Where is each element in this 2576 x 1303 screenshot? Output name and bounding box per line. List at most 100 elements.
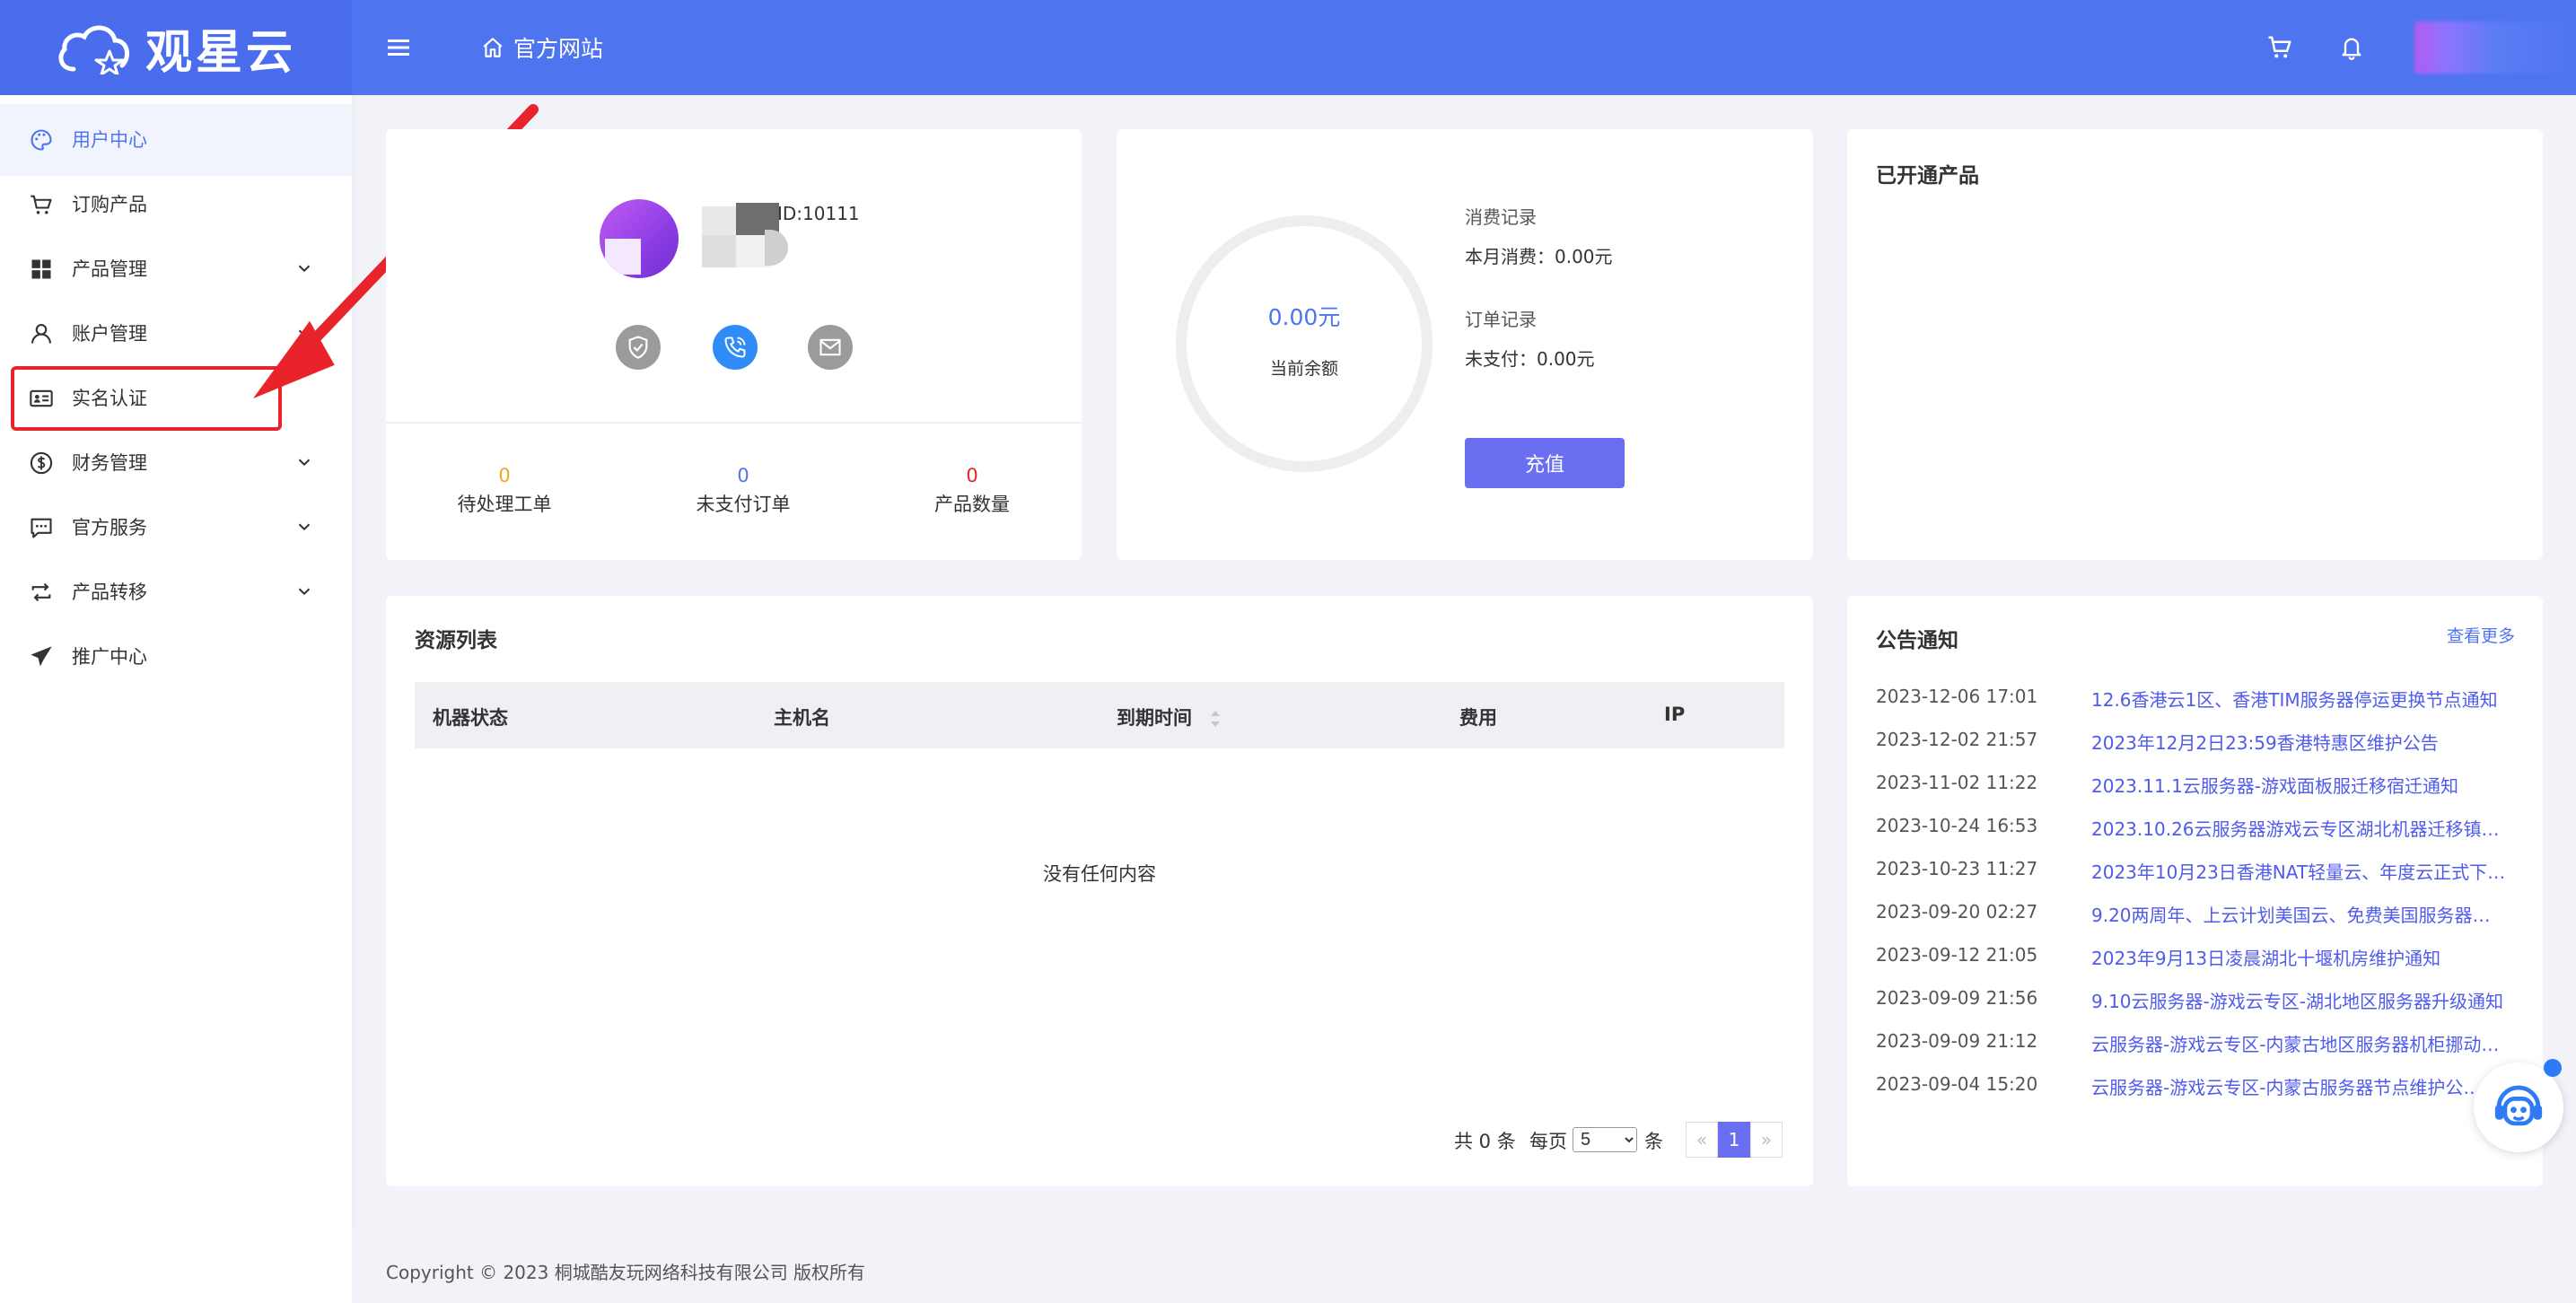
notices-title: 公告通知	[1876, 629, 1958, 652]
consume-record-link[interactable]: 消费记录	[1465, 203, 1537, 229]
per-page-label: 每页	[1529, 1131, 1567, 1152]
notice-link[interactable]: 2023年10月23日香港NAT轻量云、年度云正式下…	[2091, 858, 2513, 884]
notice-link[interactable]: 2023.11.1云服务器-游戏面板服迁移宿迁通知	[2091, 772, 2513, 798]
notice-link[interactable]: 云服务器-游戏云专区-内蒙古服务器节点维护公…	[2091, 1073, 2513, 1099]
notice-date: 2023-11-02 11:22	[1876, 772, 2038, 793]
phone-icon	[724, 337, 746, 358]
home-icon	[483, 38, 503, 57]
highlight-box	[11, 366, 282, 431]
sidebar-item-label: 财务管理	[72, 452, 147, 474]
notice-link[interactable]: 9.10云服务器-游戏云专区-湖北地区服务器升级通知	[2091, 987, 2513, 1013]
chevron-down-icon	[298, 265, 311, 273]
prev-page-button[interactable]: «	[1686, 1122, 1718, 1158]
sidebar-item-product-transfer[interactable]: 产品转移	[0, 556, 352, 628]
notice-date: 2023-10-23 11:27	[1876, 858, 2038, 879]
menu-icon	[388, 39, 409, 56]
sidebar-item-label: 账户管理	[72, 323, 147, 345]
unpaid-orders-stat[interactable]: 0 未支付订单	[653, 465, 833, 517]
column-expire-time[interactable]: 到期时间	[1117, 704, 1222, 730]
notice-date: 2023-09-04 15:20	[1876, 1073, 2038, 1095]
chevron-down-icon	[298, 523, 311, 531]
menu-toggle-button[interactable]	[381, 30, 416, 66]
notice-date: 2023-09-09 21:56	[1876, 987, 2038, 1009]
sort-icon	[1211, 711, 1221, 727]
sidebar-item-order-products[interactable]: 订购产品	[0, 169, 352, 240]
notice-link[interactable]: 云服务器-游戏云专区-内蒙古地区服务器机柜挪动…	[2091, 1030, 2513, 1056]
pending-tickets-count: 0	[498, 465, 511, 486]
notice-link[interactable]: 2023.10.26云服务器游戏云专区湖北机器迁移镇…	[2091, 815, 2513, 841]
product-count-label: 产品数量	[934, 494, 1010, 515]
total-count: 共 0 条	[1454, 1131, 1516, 1152]
pending-tickets-label: 待处理工单	[457, 494, 552, 515]
opened-products-title: 已开通产品	[1876, 164, 1979, 188]
logo[interactable]: 观星云	[0, 0, 352, 95]
monthly-consumption: 本月消费：0.00元	[1465, 246, 1613, 267]
sidebar-item-label: 官方服务	[72, 517, 147, 538]
mail-icon	[819, 338, 841, 356]
unpaid-orders-count: 0	[737, 465, 749, 486]
official-site-label: 官方网站	[513, 36, 604, 62]
sidebar: 用户中心 订购产品 产品管理 账户管理 实名认证 财务管理 官方服务 产品转移 …	[0, 95, 352, 1303]
balance-label: 当前余额	[1269, 359, 1338, 379]
per-page-select[interactable]: 5	[1573, 1127, 1637, 1152]
sidebar-item-label: 推广中心	[72, 646, 147, 668]
empty-table-message: 没有任何内容	[1043, 863, 1156, 885]
column-hostname: 主机名	[774, 707, 830, 729]
notice-link[interactable]: 12.6香港云1区、香港TIM服务器停运更换节点通知	[2091, 686, 2513, 712]
cloud-star-logo-icon	[58, 25, 130, 74]
sidebar-item-label: 用户中心	[72, 129, 147, 151]
notification-button[interactable]	[2325, 21, 2379, 74]
transfer-icon	[31, 582, 51, 602]
resource-table-header: 机器状态 主机名 到期时间 费用 IP	[415, 682, 1784, 748]
cart-icon	[31, 195, 52, 214]
notice-link[interactable]: 9.20两周年、上云计划美国云、免费美国服务器…	[2091, 901, 2513, 927]
user-avatar-menu[interactable]	[2414, 22, 2576, 74]
sidebar-item-label: 产品转移	[72, 582, 147, 603]
palette-icon	[31, 129, 52, 151]
opened-products-card	[1847, 129, 2543, 560]
sidebar-item-finance-management[interactable]: 财务管理	[0, 427, 352, 499]
email-status-button[interactable]	[808, 325, 853, 370]
column-expire-time-label: 到期时间	[1117, 707, 1192, 729]
product-count-stat[interactable]: 0 产品数量	[882, 465, 1062, 517]
notice-date: 2023-09-09 21:12	[1876, 1030, 2038, 1052]
resource-list-title: 资源列表	[415, 629, 497, 652]
chevron-down-icon	[298, 459, 311, 467]
per-page-unit: 条	[1644, 1131, 1663, 1152]
notice-link[interactable]: 2023年9月13日凌晨湖北十堰机房维护通知	[2091, 944, 2513, 970]
user-icon	[31, 324, 51, 344]
notice-date: 2023-12-02 21:57	[1876, 729, 2038, 750]
chevron-down-icon	[298, 329, 311, 337]
realname-status-button[interactable]	[616, 325, 661, 370]
phone-status-button[interactable]	[713, 325, 758, 370]
notice-date: 2023-10-24 16:53	[1876, 815, 2038, 836]
see-more-link[interactable]: 查看更多	[2447, 623, 2515, 647]
notice-date: 2023-09-20 02:27	[1876, 901, 2038, 923]
robot-support-icon	[2494, 1085, 2543, 1126]
top-bar: 官方网站	[352, 0, 2576, 95]
sidebar-item-product-management[interactable]: 产品管理	[0, 233, 352, 305]
column-machine-status: 机器状态	[433, 707, 508, 729]
product-count: 0	[966, 465, 978, 486]
sidebar-item-label: 产品管理	[72, 258, 147, 280]
dollar-icon	[30, 451, 53, 475]
chat-icon	[31, 518, 52, 538]
cart-button[interactable]	[2253, 21, 2307, 74]
next-page-button[interactable]: »	[1750, 1122, 1783, 1158]
unpaid-orders-label: 未支付订单	[696, 494, 791, 515]
sidebar-item-label: 订购产品	[72, 194, 147, 215]
sidebar-item-account-management[interactable]: 账户管理	[0, 298, 352, 370]
notification-dot	[2544, 1059, 2562, 1077]
official-site-link[interactable]: 官方网站	[481, 31, 603, 64]
notice-link[interactable]: 2023年12月2日23:59香港特惠区维护公告	[2091, 729, 2513, 755]
page-button-current[interactable]: 1	[1718, 1122, 1750, 1158]
sidebar-item-promotion-center[interactable]: 推广中心	[0, 621, 352, 693]
recharge-button[interactable]: 充值	[1465, 438, 1625, 488]
sidebar-item-official-service[interactable]: 官方服务	[0, 492, 352, 564]
avatar	[600, 199, 679, 278]
sidebar-item-user-center[interactable]: 用户中心	[0, 104, 352, 176]
order-record-link[interactable]: 订单记录	[1465, 305, 1537, 331]
brand-name: 观星云	[145, 25, 296, 80]
shield-check-icon	[628, 336, 648, 359]
pending-tickets-stat[interactable]: 0 待处理工单	[415, 465, 594, 517]
